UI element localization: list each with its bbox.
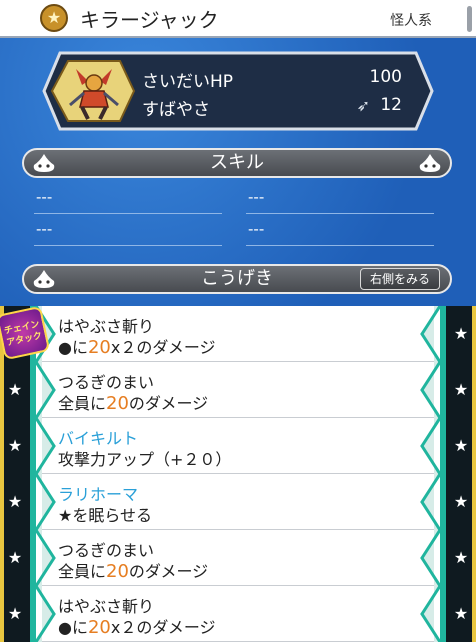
damage-value: 20 <box>106 561 129 582</box>
slime-icon <box>419 154 441 172</box>
attack-description-text: x２のダメージ <box>110 338 216 357</box>
speed-value: 12 <box>380 95 402 115</box>
chevron-icon <box>36 586 56 642</box>
attack-description-text: ★を眠らせる <box>58 506 153 525</box>
slime-icon <box>33 154 55 172</box>
speed-label: すばやさ <box>142 100 210 120</box>
attack-description-text: 全員に <box>58 562 107 581</box>
hp-label: さいだいHP <box>142 72 234 92</box>
row-edge-accent <box>0 586 4 642</box>
star-icon: ★ <box>440 530 476 586</box>
attack-section-header: こうげき 右側をみる <box>22 264 452 294</box>
chevron-icon <box>36 530 56 586</box>
row-edge-accent <box>472 362 476 418</box>
star-icon: ★ <box>40 4 68 32</box>
chevron-icon <box>420 418 440 474</box>
skill-slot[interactable]: --- <box>34 188 222 214</box>
attack-row[interactable]: ★ はやぶさ斬り ●に20x２のダメージ ★ <box>0 586 476 642</box>
row-edge-accent <box>472 586 476 642</box>
attack-description-text: のダメージ <box>128 394 209 413</box>
scrollbar[interactable] <box>467 6 472 32</box>
skill-slot[interactable]: --- <box>246 220 434 246</box>
star-icon: ★ <box>440 474 476 530</box>
skill-section-title: スキル <box>210 152 264 173</box>
row-edge-accent <box>472 474 476 530</box>
chevron-icon <box>420 362 440 418</box>
damage-value: 20 <box>87 337 111 358</box>
skill-slot[interactable]: --- <box>34 220 222 246</box>
star-icon: ★ <box>440 306 476 362</box>
damage-value: 20 <box>106 393 129 414</box>
skill-section-header: スキル <box>22 148 452 178</box>
chevron-icon <box>420 530 440 586</box>
hp-row: さいだいHP 100 <box>142 67 402 93</box>
damage-value: 20 <box>87 617 111 638</box>
chevron-icon <box>36 418 56 474</box>
chevron-icon <box>36 474 56 530</box>
row-edge-accent <box>0 362 4 418</box>
star-icon: ★ <box>0 418 36 474</box>
star-icon: ★ <box>0 362 36 418</box>
star-icon: ★ <box>440 586 476 642</box>
slime-icon <box>33 270 55 288</box>
attack-row[interactable]: ★ つるぎのまい 全員に20のダメージ ★ <box>0 362 476 418</box>
attack-description: ●に20x２のダメージ <box>58 334 216 358</box>
chevron-icon <box>420 586 440 642</box>
attack-row[interactable]: ★はやぶさ斬り●に20x２のダメージ★チェイン アタック <box>0 305 476 362</box>
star-icon: ★ <box>440 362 476 418</box>
attack-description-text: ●に <box>58 618 88 637</box>
attack-row[interactable]: ★ ラリホーマ ★を眠らせる ★ <box>0 474 476 530</box>
attack-description: ●に20x２のダメージ <box>58 614 216 638</box>
monster-name: キラージャック <box>80 7 219 32</box>
attack-description-text: 攻撃力アップ（+２０） <box>58 450 232 469</box>
header-bar: ★ キラージャック 怪人系 <box>0 0 476 38</box>
chevron-icon <box>36 362 56 418</box>
row-edge-accent <box>472 306 476 362</box>
row-edge-accent <box>0 418 4 474</box>
attack-description-text: ●に <box>58 338 88 357</box>
star-icon: ★ <box>0 530 36 586</box>
attack-description: 攻撃力アップ（+２０） <box>58 446 231 470</box>
attack-row[interactable]: ★ つるぎのまい 全員に20のダメージ ★ <box>0 530 476 586</box>
attack-row[interactable]: ★ バイキルト 攻撃力アップ（+２０） ★ <box>0 418 476 474</box>
hp-value: 100 <box>369 67 402 87</box>
skill-slot[interactable]: --- <box>246 188 434 214</box>
star-icon: ★ <box>0 474 36 530</box>
attack-section-title: こうげき <box>201 268 273 289</box>
attack-description: 全員に20のダメージ <box>58 390 208 414</box>
view-right-side-button[interactable]: 右側をみる <box>360 268 440 290</box>
speed-row: すばやさ ➶ 12 <box>142 95 402 121</box>
row-edge-accent <box>472 418 476 474</box>
stat-panel: さいだいHP 100 すばやさ ➶ 12 <box>42 51 434 131</box>
row-edge-accent <box>0 530 4 586</box>
attack-description-text: 全員に <box>58 394 107 413</box>
attack-description-text: x２のダメージ <box>110 618 216 637</box>
chevron-icon <box>420 306 440 362</box>
chevron-icon <box>420 474 440 530</box>
info-area: さいだいHP 100 すばやさ ➶ 12 スキル --- --- --- ---… <box>0 38 476 308</box>
star-icon: ★ <box>0 586 36 642</box>
monster-family: 怪人系 <box>390 13 432 29</box>
row-edge-accent <box>472 530 476 586</box>
monster-portrait-icon <box>62 59 126 123</box>
row-edge-accent <box>0 474 4 530</box>
attack-description: 全員に20のダメージ <box>58 558 208 582</box>
feather-icon: ➶ <box>356 96 370 115</box>
attack-description-text: のダメージ <box>128 562 209 581</box>
attack-description: ★を眠らせる <box>58 502 152 526</box>
star-icon: ★ <box>440 418 476 474</box>
attack-list: ★はやぶさ斬り●に20x２のダメージ★チェイン アタック★つるぎのまい全員に20… <box>0 305 476 642</box>
